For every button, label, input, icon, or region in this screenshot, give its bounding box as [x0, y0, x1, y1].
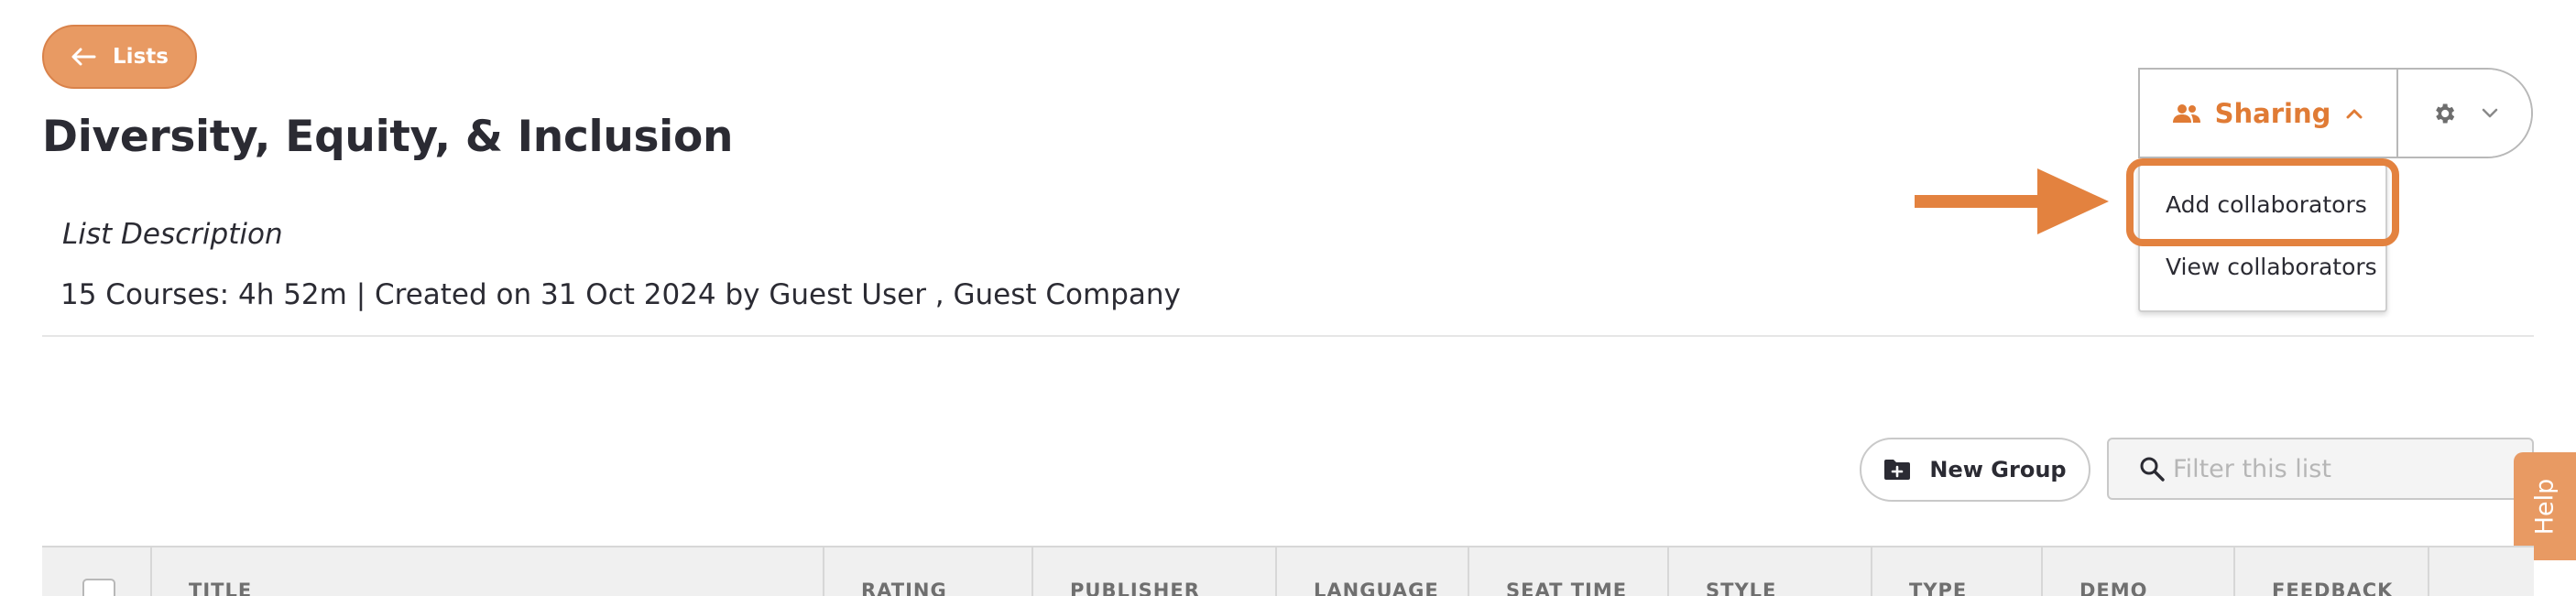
gear-icon [2435, 103, 2454, 123]
sharing-button[interactable]: Sharing [2140, 70, 2398, 157]
list-meta: 15 Courses: 4h 52m | Created on 31 Oct 2… [60, 278, 1181, 311]
select-all-checkbox[interactable] [82, 579, 115, 596]
view-collaborators-menu-item[interactable]: View collaborators [2166, 254, 2377, 280]
column-header-rating[interactable]: RATING [823, 547, 1031, 596]
column-header-publisher[interactable]: PUBLISHER [1031, 547, 1275, 596]
new-group-button[interactable]: New Group [1860, 438, 2090, 502]
back-button-label: Lists [113, 45, 169, 69]
help-tab[interactable]: Help [2514, 452, 2576, 560]
help-label: Help [2530, 478, 2560, 535]
chevron-down-icon [2482, 108, 2497, 117]
people-icon [2172, 103, 2200, 123]
pointer-arrow-icon [1915, 168, 2109, 234]
filter-input[interactable] [2173, 454, 2521, 483]
settings-menu-button[interactable] [2398, 70, 2531, 157]
divider [42, 335, 2534, 337]
column-header-language[interactable]: LANGUAGE [1275, 547, 1468, 596]
column-header-demo[interactable]: DEMO [2041, 547, 2233, 596]
back-to-lists-button[interactable]: Lists [42, 25, 197, 89]
new-group-label: New Group [1929, 457, 2067, 482]
column-header-feedback[interactable]: FEEDBACK [2233, 547, 2428, 596]
search-icon [2140, 457, 2165, 482]
column-header-seat-time[interactable]: SEAT TIME [1468, 547, 1667, 596]
filter-list-field[interactable] [2107, 438, 2534, 500]
column-header-style[interactable]: STYLE [1667, 547, 1871, 596]
sharing-label: Sharing [2214, 97, 2331, 129]
list-description: List Description [62, 218, 283, 251]
highlight-box [2126, 158, 2399, 246]
column-header-title[interactable]: TITLE [150, 547, 823, 596]
arrow-left-icon [71, 48, 96, 66]
page-title: Diversity, Equity, & Inclusion [42, 112, 734, 162]
sharing-controls: Sharing [2138, 68, 2533, 158]
column-header-actions [2428, 547, 2534, 596]
column-header-type[interactable]: TYPE [1871, 547, 2041, 596]
chevron-up-icon [2346, 109, 2363, 118]
folder-plus-icon [1884, 460, 1911, 480]
table-header: TITLE RATING PUBLISHER LANGUAGE SEAT TIM… [42, 546, 2534, 596]
